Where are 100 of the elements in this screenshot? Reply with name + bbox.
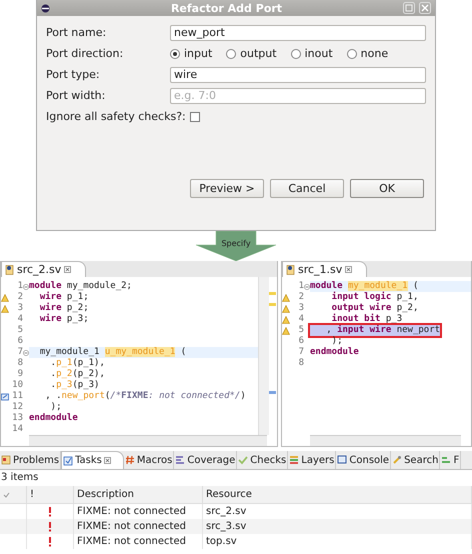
code-line: ); [50, 402, 62, 413]
field-label: Port width: [46, 89, 106, 102]
vertical-scrollbar[interactable] [258, 277, 269, 435]
code-line: , .new_port(/*FIXME: not connected*/) [44, 391, 246, 402]
line-number: 3 [298, 303, 304, 314]
maximize-icon[interactable] [403, 2, 415, 14]
line-number: 4 [18, 314, 23, 325]
collapse-icon[interactable] [23, 284, 29, 290]
line-number: 6 [298, 336, 304, 347]
high-priority-icon [48, 506, 52, 516]
panel-tab[interactable]: Search [391, 451, 440, 469]
radio-option[interactable]: none [346, 47, 388, 60]
editor-tab[interactable]: src_1.sv [282, 261, 368, 277]
line-number: 2 [18, 292, 23, 303]
line-number: 7 [298, 347, 304, 358]
line-number: 6 [18, 336, 23, 347]
panel-tab[interactable]: Macros [124, 451, 174, 469]
tab-label: Problems [13, 454, 60, 466]
tab-label: src_2.sv [17, 263, 62, 276]
high-priority-icon [48, 536, 52, 546]
line-number: 14 [12, 424, 23, 435]
tab-label: Checks [250, 454, 286, 466]
panel-tab[interactable]: F [440, 451, 462, 469]
close-icon[interactable] [64, 266, 72, 273]
code-line: inout bit p_3 [330, 314, 402, 325]
input-field[interactable]: new_port [170, 24, 426, 40]
input-field[interactable]: wire [170, 66, 426, 82]
line-number: 13 [12, 413, 23, 424]
tab-label: F [453, 454, 460, 466]
field-label: Ignore all safety checks?: [46, 110, 186, 123]
ruler-marker-icon [269, 303, 276, 306]
column-header[interactable]: Resource [202, 486, 472, 504]
collapse-icon[interactable] [304, 284, 310, 290]
layers-icon [289, 455, 300, 465]
arrow-label: Specify [220, 239, 252, 248]
macros-icon [124, 455, 135, 465]
code-line: .p_2(p_2), [50, 369, 105, 380]
code-line: wire p_3; [38, 314, 89, 325]
column-header[interactable]: Description [74, 486, 202, 504]
horizontal-scrollbar[interactable] [310, 435, 461, 446]
check-icon [3, 492, 10, 498]
line-number: 5 [18, 325, 23, 336]
code-line: my_module_1 u_my_module_1 ( [38, 347, 186, 358]
dialog-button[interactable]: Cancel [270, 179, 344, 198]
line-number: 12 [12, 402, 23, 413]
field-label: Port direction: [46, 47, 124, 60]
tab-label: Search [404, 454, 438, 466]
panel-tab[interactable]: Checks [237, 451, 288, 469]
tab-label: Layers [301, 454, 334, 466]
dialog-button[interactable]: OK [350, 179, 424, 198]
checks-icon [238, 455, 248, 465]
radio-option[interactable]: inout [290, 47, 333, 60]
panel-tab[interactable]: Layers [288, 451, 336, 469]
panel-tab[interactable]: Console [336, 451, 392, 469]
collapse-icon[interactable] [23, 350, 29, 356]
line-number: 8 [18, 358, 23, 369]
line-number: 11 [12, 391, 23, 402]
close-icon[interactable] [345, 266, 352, 273]
close-icon[interactable] [104, 457, 111, 464]
panel-tab[interactable]: Coverage [174, 451, 238, 469]
line-number: 7 [18, 347, 23, 358]
dialog-button[interactable]: Preview > [190, 179, 264, 198]
code-line: wire p_1; [38, 292, 89, 302]
code-line: module my_module_1 ( [310, 281, 418, 292]
problems-icon [1, 455, 11, 465]
checkbox[interactable] [190, 112, 200, 122]
table-cell: FIXME: not connected [74, 519, 202, 534]
coverage-icon [175, 455, 186, 465]
task-icon [1, 392, 9, 400]
window-title: Refactor Add Port [170, 2, 284, 14]
column-header[interactable]: ! [26, 486, 74, 504]
file-icon [5, 264, 14, 274]
input-field[interactable]: e.g. 7:0 [170, 88, 426, 104]
field-label: Port name: [46, 26, 108, 39]
radio-option[interactable]: output [226, 47, 277, 60]
panel-tab[interactable]: Tasks [61, 451, 124, 469]
ruler-marker-icon [269, 391, 276, 394]
code-line: wire p_2; [38, 303, 89, 314]
file-icon [286, 264, 295, 274]
line-number: 2 [298, 292, 304, 303]
code-line: module my_module_2; [29, 281, 132, 292]
line-number: 1 [18, 281, 23, 292]
code-line: ); [330, 336, 343, 347]
horizontal-scrollbar[interactable] [29, 435, 267, 446]
app-icon [41, 4, 50, 12]
radio-option[interactable]: input [170, 47, 212, 60]
tab-label: src_1.sv [298, 263, 342, 276]
line-number: 1 [298, 281, 304, 292]
tab-label: Console [349, 454, 390, 466]
tab-label: Tasks [75, 455, 102, 466]
editor-tab[interactable]: src_2.sv [1, 261, 86, 277]
table-cell: top.sv [202, 534, 472, 549]
code-line: .p_1(p_1), [50, 358, 105, 369]
tab-label: Coverage [187, 454, 236, 466]
code-line: .p_3(p_3) [50, 380, 100, 391]
code-line: endmodule [310, 347, 359, 358]
line-number: 8 [298, 358, 304, 369]
search-icon [392, 455, 402, 465]
code-line: endmodule [29, 413, 78, 424]
line-number: 5 [298, 325, 304, 336]
